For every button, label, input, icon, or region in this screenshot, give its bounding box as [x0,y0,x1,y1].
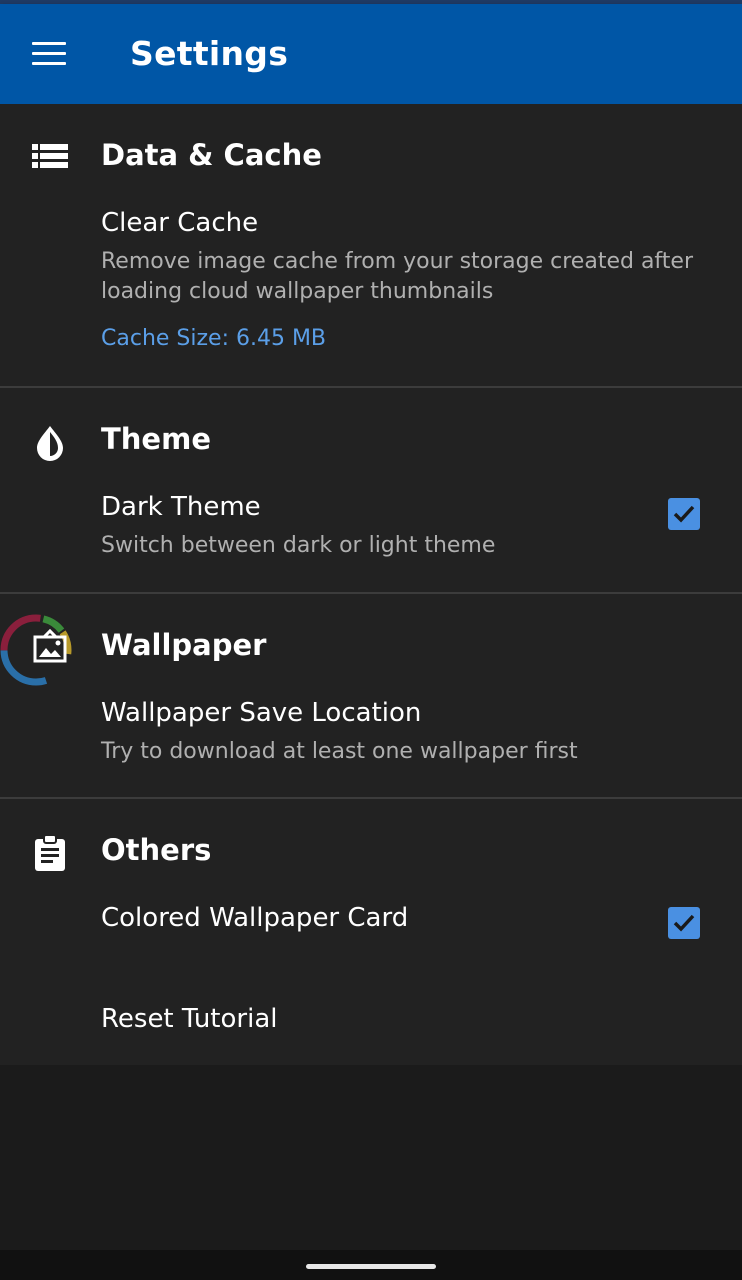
home-gesture-handle[interactable] [306,1264,436,1269]
section-title-wallpaper: Wallpaper [101,628,267,662]
clear-cache-title: Clear Cache [101,208,259,238]
dark-theme-title: Dark Theme [101,492,261,522]
reset-tutorial-title: Reset Tutorial [101,1004,278,1034]
page-title: Settings [130,34,289,73]
section-wallpaper: Wallpaper Wallpaper Save Location Try to… [0,594,742,798]
section-title-theme: Theme [101,422,211,456]
wallpaper-icon [30,628,70,668]
dark-theme-item[interactable]: Dark Theme Switch between dark or light … [0,484,742,584]
section-theme: Theme Dark Theme Switch between dark or … [0,388,742,592]
colored-wallpaper-card-checkbox[interactable] [668,907,700,939]
wallpaper-save-location-subtitle: Try to download at least one wallpaper f… [101,739,578,764]
dark-theme-subtitle: Switch between dark or light theme [101,533,496,558]
settings-list: Data & Cache Clear Cache Remove image ca… [0,104,742,1065]
hamburger-menu-icon[interactable] [32,40,68,68]
dark-theme-checkbox[interactable] [668,498,700,530]
cache-size-value: Cache Size: 6.45 MB [101,326,327,351]
clipboard-icon [30,833,70,873]
wallpaper-save-location-title: Wallpaper Save Location [101,698,422,728]
system-navigation-bar [0,1250,742,1280]
section-data-cache: Data & Cache Clear Cache Remove image ca… [0,104,742,387]
section-title-data-cache: Data & Cache [101,138,322,172]
section-title-others: Others [101,833,212,867]
wallpaper-save-location-item[interactable]: Wallpaper Save Location Try to download … [0,690,742,790]
colored-wallpaper-card-item[interactable]: Colored Wallpaper Card [0,895,742,985]
section-others: Others Colored Wallpaper Card Reset Tuto… [0,799,742,1065]
clear-cache-subtitle: Remove image cache from your storage cre… [101,249,693,304]
colored-wallpaper-card-title: Colored Wallpaper Card [101,903,409,933]
app-bar: Settings [0,4,742,104]
storage-list-icon [30,138,70,178]
reset-tutorial-item[interactable]: Reset Tutorial [0,989,742,1059]
water-drop-icon [30,422,70,462]
clear-cache-item[interactable]: Clear Cache Remove image cache from your… [0,200,742,370]
